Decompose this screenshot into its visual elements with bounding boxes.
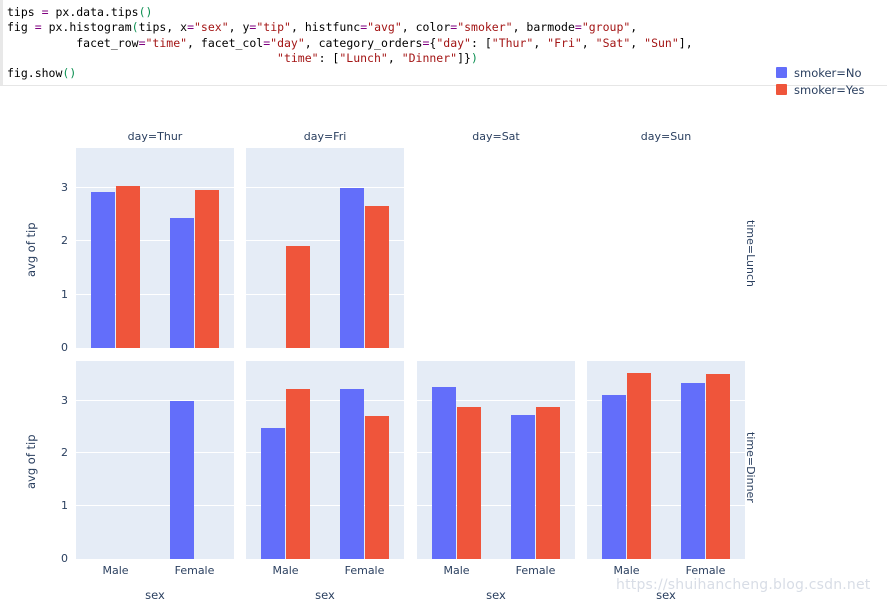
legend-label: smoker=No <box>794 65 862 80</box>
bar[interactable] <box>170 400 195 559</box>
x-axis-tick-label: Female <box>685 564 726 577</box>
y-axis-tick-label: 1 <box>61 499 68 513</box>
bar[interactable] <box>705 374 730 559</box>
bar[interactable] <box>511 415 536 559</box>
facet-col-title: day=Sun <box>640 130 692 143</box>
x-axis-title: sex <box>315 588 335 602</box>
x-axis-tick-label: Female <box>515 564 556 577</box>
x-axis-tick-label: Male <box>613 564 640 577</box>
x-axis-tick-label: Male <box>272 564 299 577</box>
bar[interactable] <box>194 189 219 348</box>
gridline <box>246 399 404 401</box>
y-axis-tick-label: 1 <box>61 287 68 301</box>
bar[interactable] <box>91 192 116 348</box>
legend-swatch <box>776 84 787 95</box>
legend-swatch <box>776 67 787 78</box>
code-source[interactable]: tips = px.data.tips() fig = px.histogram… <box>7 5 693 81</box>
facet-col-title: day=Thur <box>127 130 183 143</box>
y-axis-tick-label: 3 <box>61 393 68 407</box>
bar[interactable] <box>626 373 651 559</box>
y-axis-title: avg of tip <box>24 222 38 277</box>
facet-panel[interactable] <box>587 361 745 559</box>
gridline <box>76 505 234 507</box>
facet-panel[interactable] <box>417 361 575 559</box>
bar[interactable] <box>340 388 365 559</box>
bar[interactable] <box>456 406 481 559</box>
bar[interactable] <box>535 407 560 559</box>
y-axis-tick-label: 0 <box>61 552 68 565</box>
code-cell[interactable]: tips = px.data.tips() fig = px.histogram… <box>0 0 887 86</box>
x-axis-title: sex <box>486 588 506 602</box>
x-axis-title: sex <box>145 588 165 602</box>
bar[interactable] <box>432 386 457 559</box>
gridline <box>246 187 404 188</box>
bar[interactable] <box>364 206 389 348</box>
x-axis-tick-label: Male <box>443 564 470 577</box>
legend-item[interactable]: smoker=Yes <box>776 81 864 98</box>
gridline <box>76 187 234 188</box>
y-axis-tick-label: 3 <box>61 181 68 194</box>
facet-row-title: time=Dinner <box>744 432 757 503</box>
bar[interactable] <box>115 186 140 348</box>
y-axis-title: avg of tip <box>24 434 38 489</box>
facet-col-title: day=Sat <box>472 130 520 143</box>
gridline <box>76 452 234 454</box>
plotly-figure[interactable]: day=Thur day=Fri day=Sat day=Sun time=Lunch t… <box>0 86 887 604</box>
bar[interactable] <box>170 218 195 348</box>
bar[interactable] <box>285 388 310 559</box>
bar[interactable] <box>340 188 365 348</box>
x-axis-tick-label: Female <box>344 564 385 577</box>
bar[interactable] <box>285 245 310 348</box>
watermark-text: https://shuihancheng.blog.csdn.net <box>616 577 871 593</box>
legend-item[interactable]: smoker=No <box>776 64 864 81</box>
facet-panel[interactable] <box>76 361 234 559</box>
x-axis-tick-label: Male <box>102 564 129 577</box>
x-axis-tick-label: Female <box>174 564 215 577</box>
bar[interactable] <box>364 416 389 559</box>
facet-panel[interactable] <box>246 361 404 559</box>
facet-row-title: time=Lunch <box>744 220 757 287</box>
facet-panel[interactable] <box>76 148 234 348</box>
y-axis-tick-label: 2 <box>61 234 68 248</box>
gridline <box>76 399 234 401</box>
bar[interactable] <box>602 394 627 559</box>
bar[interactable] <box>261 428 286 559</box>
legend-label: smoker=Yes <box>794 82 865 97</box>
facet-col-title: day=Fri <box>303 130 347 143</box>
y-axis-tick-label: 2 <box>61 446 68 460</box>
y-axis-tick-label: 0 <box>61 341 68 354</box>
facet-panel[interactable] <box>246 148 404 348</box>
bar[interactable] <box>681 383 706 559</box>
legend[interactable]: smoker=No smoker=Yes <box>776 64 864 98</box>
